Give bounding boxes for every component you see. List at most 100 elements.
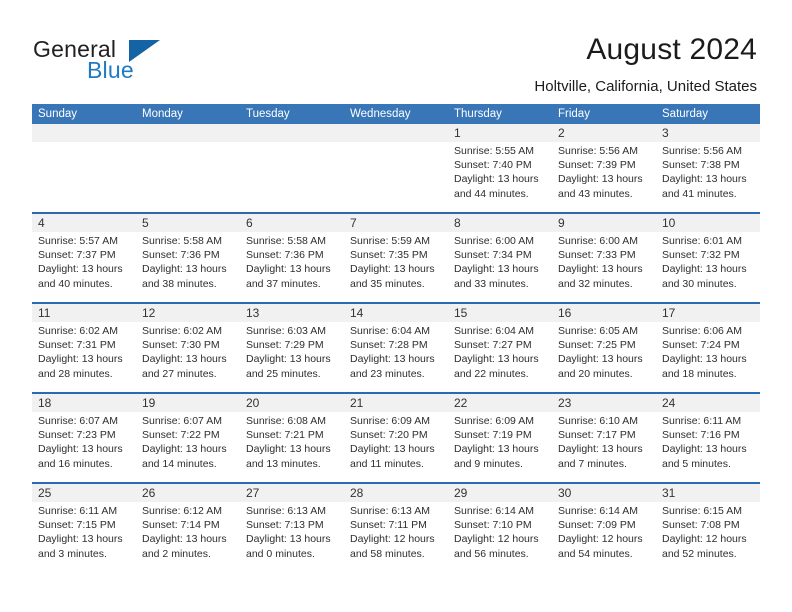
day-number[interactable]: 19 xyxy=(136,394,240,412)
day-cell[interactable]: Sunrise: 6:12 AM Sunset: 7:14 PM Daylight:… xyxy=(136,502,240,572)
calendar-week-row: 18 19 20 21 22 23 24 Sunrise: 6:07 AM Sunset: 7:… xyxy=(32,392,760,482)
day-daylight-text: Daylight: 13 hours xyxy=(38,263,123,276)
day-number[interactable]: 12 xyxy=(136,304,240,322)
day-number[interactable]: 16 xyxy=(552,304,656,322)
day-sunset-text: Sunset: 7:29 PM xyxy=(246,339,324,352)
day-cell[interactable]: Sunrise: 6:07 AM Sunset: 7:23 PM Daylight:… xyxy=(32,412,136,482)
day-number[interactable]: 7 xyxy=(344,214,448,232)
weekday-header-wednesday: Wednesday xyxy=(350,108,411,120)
logo-text-blue: Blue xyxy=(87,57,134,83)
day-cell[interactable]: Sunrise: 6:02 AM Sunset: 7:30 PM Daylight:… xyxy=(136,322,240,392)
day-number[interactable]: 28 xyxy=(344,484,448,502)
day-sunset-text: Sunset: 7:30 PM xyxy=(142,339,220,352)
day-number[interactable]: 18 xyxy=(32,394,136,412)
day-cell[interactable]: Sunrise: 6:04 AM Sunset: 7:27 PM Daylight:… xyxy=(448,322,552,392)
day-sunrise-text: Sunrise: 6:04 AM xyxy=(350,325,430,337)
day-number[interactable]: 27 xyxy=(240,484,344,502)
day-cell[interactable]: Sunrise: 6:06 AM Sunset: 7:24 PM Daylight:… xyxy=(656,322,760,392)
day-number[interactable]: 22 xyxy=(448,394,552,412)
day-number[interactable]: 5 xyxy=(136,214,240,232)
day-number[interactable]: 1 xyxy=(448,124,552,142)
day-cell[interactable]: Sunrise: 6:01 AM Sunset: 7:32 PM Daylight:… xyxy=(656,232,760,302)
day-cell[interactable] xyxy=(32,142,136,212)
day-cell[interactable]: Sunrise: 6:08 AM Sunset: 7:21 PM Daylight:… xyxy=(240,412,344,482)
day-cell[interactable]: Sunrise: 5:56 AM Sunset: 7:39 PM Daylight:… xyxy=(552,142,656,212)
day-cell[interactable] xyxy=(344,142,448,212)
day-cell[interactable] xyxy=(136,142,240,212)
day-sunset-text: Sunset: 7:40 PM xyxy=(454,159,532,172)
day-number[interactable]: 24 xyxy=(656,394,760,412)
day-cell[interactable]: Sunrise: 6:02 AM Sunset: 7:31 PM Daylight:… xyxy=(32,322,136,392)
weekday-header-thursday: Thursday xyxy=(454,108,502,120)
day-cell[interactable]: Sunrise: 6:00 AM Sunset: 7:34 PM Daylight:… xyxy=(448,232,552,302)
day-cell[interactable]: Sunrise: 6:04 AM Sunset: 7:28 PM Daylight:… xyxy=(344,322,448,392)
day-number[interactable]: 17 xyxy=(656,304,760,322)
day-number[interactable]: 11 xyxy=(32,304,136,322)
day-number[interactable] xyxy=(136,124,240,142)
day-number[interactable]: 6 xyxy=(240,214,344,232)
day-cell[interactable]: Sunrise: 6:05 AM Sunset: 7:25 PM Daylight:… xyxy=(552,322,656,392)
day-cell[interactable]: Sunrise: 6:14 AM Sunset: 7:09 PM Daylight:… xyxy=(552,502,656,572)
day-number[interactable]: 10 xyxy=(656,214,760,232)
general-blue-logo[interactable]: General Blue xyxy=(33,36,223,88)
day-number[interactable]: 8 xyxy=(448,214,552,232)
day-cell[interactable]: Sunrise: 6:09 AM Sunset: 7:20 PM Daylight:… xyxy=(344,412,448,482)
day-cell[interactable]: Sunrise: 6:11 AM Sunset: 7:15 PM Daylight:… xyxy=(32,502,136,572)
day-sunset-text: Sunset: 7:35 PM xyxy=(350,249,428,262)
day-number[interactable]: 31 xyxy=(656,484,760,502)
day-number[interactable]: 3 xyxy=(656,124,760,142)
day-cell[interactable]: Sunrise: 6:07 AM Sunset: 7:22 PM Daylight:… xyxy=(136,412,240,482)
day-daylight-text: Daylight: 13 hours xyxy=(350,353,435,366)
day-cell[interactable]: Sunrise: 6:13 AM Sunset: 7:11 PM Daylight:… xyxy=(344,502,448,572)
day-daylight-text: Daylight: 13 hours xyxy=(662,263,747,276)
day-cell[interactable]: Sunrise: 6:00 AM Sunset: 7:33 PM Daylight:… xyxy=(552,232,656,302)
day-daylight-text: Daylight: 13 hours xyxy=(246,443,331,456)
day-number[interactable]: 2 xyxy=(552,124,656,142)
day-cell[interactable]: Sunrise: 6:14 AM Sunset: 7:10 PM Daylight:… xyxy=(448,502,552,572)
day-number[interactable] xyxy=(240,124,344,142)
day-cell[interactable]: Sunrise: 6:11 AM Sunset: 7:16 PM Daylight:… xyxy=(656,412,760,482)
day-sunrise-text: Sunrise: 6:13 AM xyxy=(350,505,430,517)
day-number[interactable]: 4 xyxy=(32,214,136,232)
day-number[interactable]: 25 xyxy=(32,484,136,502)
day-number[interactable]: 20 xyxy=(240,394,344,412)
day-sunrise-text: Sunrise: 6:01 AM xyxy=(662,235,742,247)
day-number[interactable]: 23 xyxy=(552,394,656,412)
day-number[interactable]: 29 xyxy=(448,484,552,502)
day-number[interactable]: 13 xyxy=(240,304,344,322)
day-number[interactable]: 14 xyxy=(344,304,448,322)
day-daylight-text: and 27 minutes. xyxy=(142,367,217,380)
day-cell[interactable]: Sunrise: 5:55 AM Sunset: 7:40 PM Daylight:… xyxy=(448,142,552,212)
day-cell[interactable]: Sunrise: 5:58 AM Sunset: 7:36 PM Daylight:… xyxy=(240,232,344,302)
day-number[interactable]: 30 xyxy=(552,484,656,502)
day-number[interactable]: 9 xyxy=(552,214,656,232)
day-cell[interactable] xyxy=(240,142,344,212)
day-number[interactable] xyxy=(32,124,136,142)
day-daylight-text: and 3 minutes. xyxy=(38,547,107,560)
day-sunrise-text: Sunrise: 6:12 AM xyxy=(142,505,222,517)
day-daylight-text: and 18 minutes. xyxy=(662,367,737,380)
day-cell[interactable]: Sunrise: 5:59 AM Sunset: 7:35 PM Daylight:… xyxy=(344,232,448,302)
day-number[interactable] xyxy=(344,124,448,142)
day-cell[interactable]: Sunrise: 5:58 AM Sunset: 7:36 PM Daylight:… xyxy=(136,232,240,302)
day-cell[interactable]: Sunrise: 6:03 AM Sunset: 7:29 PM Daylight:… xyxy=(240,322,344,392)
day-daylight-text: Daylight: 12 hours xyxy=(662,533,747,546)
day-daylight-text: Daylight: 12 hours xyxy=(454,533,539,546)
day-cell[interactable]: Sunrise: 6:10 AM Sunset: 7:17 PM Daylight:… xyxy=(552,412,656,482)
day-sunrise-text: Sunrise: 5:56 AM xyxy=(662,145,742,157)
day-daylight-text: and 37 minutes. xyxy=(246,277,321,290)
day-number[interactable]: 15 xyxy=(448,304,552,322)
day-cell[interactable]: Sunrise: 5:57 AM Sunset: 7:37 PM Daylight:… xyxy=(32,232,136,302)
day-cell[interactable]: Sunrise: 5:56 AM Sunset: 7:38 PM Daylight:… xyxy=(656,142,760,212)
day-cell[interactable]: Sunrise: 6:15 AM Sunset: 7:08 PM Daylight:… xyxy=(656,502,760,572)
day-daylight-text: and 2 minutes. xyxy=(142,547,211,560)
day-daylight-text: Daylight: 13 hours xyxy=(246,533,331,546)
day-cell[interactable]: Sunrise: 6:13 AM Sunset: 7:13 PM Daylight:… xyxy=(240,502,344,572)
calendar-week-row: 4 5 6 7 8 9 10 Sunrise: 5:57 AM Sunset: 7:37 PM D… xyxy=(32,212,760,302)
day-number[interactable]: 21 xyxy=(344,394,448,412)
day-cell[interactable]: Sunrise: 6:09 AM Sunset: 7:19 PM Daylight:… xyxy=(448,412,552,482)
day-sunrise-text: Sunrise: 6:02 AM xyxy=(38,325,118,337)
day-daylight-text: Daylight: 13 hours xyxy=(662,443,747,456)
day-sunset-text: Sunset: 7:13 PM xyxy=(246,519,324,532)
day-number[interactable]: 26 xyxy=(136,484,240,502)
